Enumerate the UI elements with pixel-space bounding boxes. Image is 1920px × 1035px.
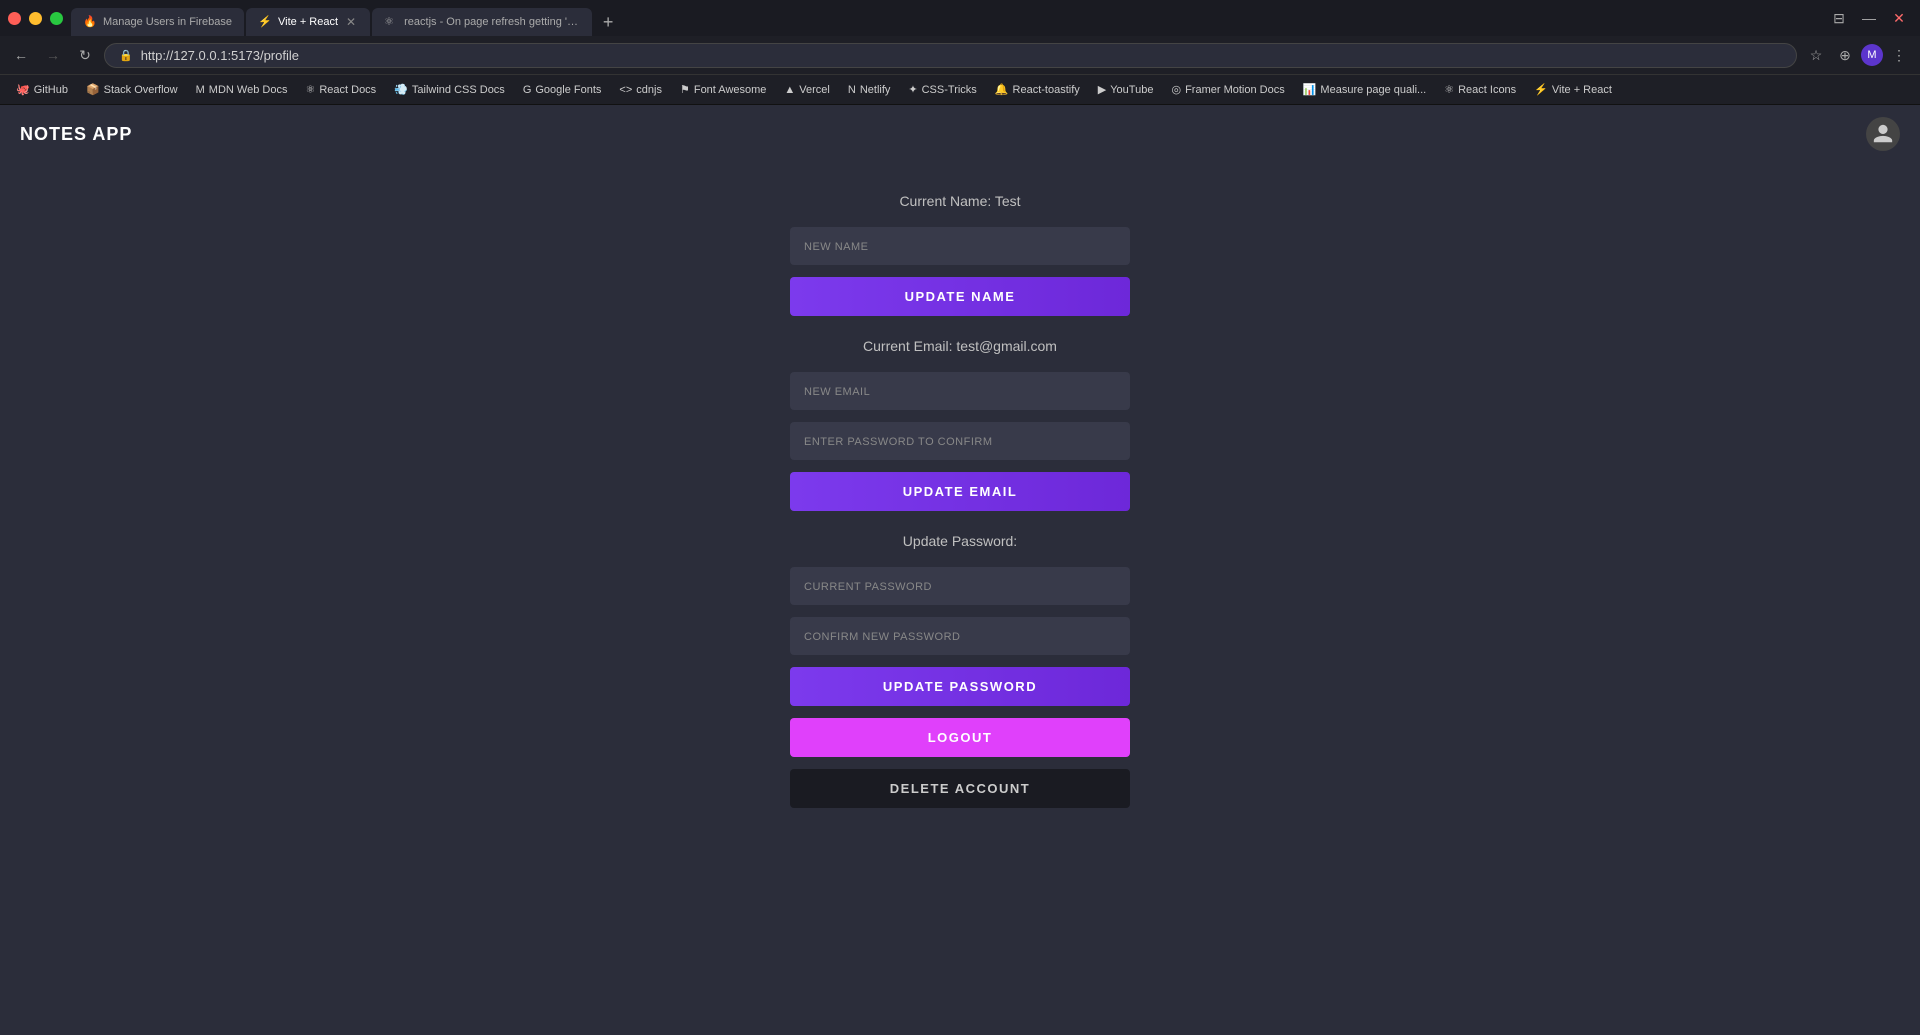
bookmark-css-tricks[interactable]: ✦ CSS-Tricks: [900, 81, 984, 98]
bookmark-youtube[interactable]: ▶ YouTube: [1090, 81, 1162, 98]
address-bar[interactable]: 🔒 http://127.0.0.1:5173/profile: [104, 43, 1797, 68]
tab-title-3: reactjs - On page refresh getting '404'.…: [404, 16, 580, 28]
refresh-button[interactable]: ↻: [72, 42, 98, 68]
email-section: Current Email: test@gmail.com: [790, 334, 1130, 354]
netlify-icon: N: [848, 84, 856, 96]
bookmark-react-docs[interactable]: ⚛ React Docs: [297, 81, 384, 98]
window-controls: [0, 6, 71, 31]
update-name-button[interactable]: UPDATE NAME: [790, 277, 1130, 316]
new-email-input[interactable]: [790, 372, 1130, 410]
profile-btn[interactable]: M: [1861, 44, 1883, 66]
tab-title-2: Vite + React: [278, 16, 338, 28]
browser-tab-manage-users[interactable]: 🔥 Manage Users in Firebase: [71, 8, 244, 36]
bookmarks-bar: 🐙 GitHub 📦 Stack Overflow M MDN Web Docs…: [0, 74, 1920, 104]
bookmark-framer-motion[interactable]: ◎ Framer Motion Docs: [1163, 81, 1292, 98]
browser-tab-reactjs[interactable]: ⚛ reactjs - On page refresh getting '404…: [372, 8, 592, 36]
google-fonts-icon: G: [523, 84, 532, 96]
app-header: NOTES APP: [0, 105, 1920, 163]
current-email-label: Current Email: test@gmail.com: [790, 338, 1130, 354]
new-tab-button[interactable]: +: [594, 8, 622, 36]
tab-close-btn[interactable]: ✕: [344, 13, 358, 31]
address-bar-row: ← → ↻ 🔒 http://127.0.0.1:5173/profile ☆ …: [0, 36, 1920, 74]
bookmark-google-fonts[interactable]: G Google Fonts: [515, 82, 610, 98]
tab-favicon-1: 🔥: [83, 15, 97, 29]
bookmark-font-awesome[interactable]: ⚑ Font Awesome: [672, 81, 774, 98]
measure-icon: 📊: [1303, 83, 1317, 96]
bookmark-cdnjs[interactable]: <> cdnjs: [611, 82, 670, 98]
update-password-button[interactable]: UPDATE PASSWORD: [790, 667, 1130, 706]
youtube-icon: ▶: [1098, 83, 1106, 96]
mdn-icon: M: [196, 84, 205, 96]
bookmark-stackoverflow[interactable]: 📦 Stack Overflow: [78, 81, 186, 98]
forward-button[interactable]: →: [40, 42, 66, 68]
browser-tab-vite-react[interactable]: ⚡ Vite + React ✕: [246, 8, 370, 36]
new-name-input[interactable]: [790, 227, 1130, 265]
stackoverflow-icon: 📦: [86, 83, 100, 96]
confirm-password-for-email-input[interactable]: [790, 422, 1130, 460]
bookmark-netlify[interactable]: N Netlify: [840, 82, 899, 98]
minimize-window-btn[interactable]: [29, 12, 42, 25]
bookmark-vite-react[interactable]: ⚡ Vite + React: [1526, 81, 1620, 98]
bookmarks-btn[interactable]: ☆: [1803, 42, 1829, 68]
name-section: Current Name: Test: [790, 189, 1130, 209]
close-window-btn[interactable]: [8, 12, 21, 25]
bookmark-vercel[interactable]: ▲ Vercel: [776, 82, 837, 98]
current-name-label: Current Name: Test: [790, 193, 1130, 209]
vercel-icon: ▲: [784, 84, 795, 96]
app-container: NOTES APP Current Name: Test UPDATE NAME…: [0, 105, 1920, 1035]
vite-react-icon: ⚡: [1534, 83, 1548, 96]
password-section: Update Password:: [790, 529, 1130, 549]
close-btn[interactable]: ✕: [1886, 5, 1912, 31]
bookmark-measure-page[interactable]: 📊 Measure page quali...: [1295, 81, 1435, 98]
maximize-window-btn[interactable]: [50, 12, 63, 25]
confirm-new-password-input[interactable]: [790, 617, 1130, 655]
react-docs-icon: ⚛: [305, 83, 315, 96]
browser-chrome: 🔥 Manage Users in Firebase ⚡ Vite + Reac…: [0, 0, 1920, 105]
logout-button[interactable]: LOGOUT: [790, 718, 1130, 757]
font-awesome-icon: ⚑: [680, 83, 690, 96]
bookmark-tailwind[interactable]: 💨 Tailwind CSS Docs: [386, 81, 513, 98]
react-icons-icon: ⚛: [1444, 83, 1454, 96]
address-text: http://127.0.0.1:5173/profile: [141, 48, 299, 63]
bookmark-mdn[interactable]: M MDN Web Docs: [188, 82, 296, 98]
profile-form: Current Name: Test UPDATE NAME Current E…: [770, 183, 1150, 808]
delete-account-button[interactable]: DELETE ACCOUNT: [790, 769, 1130, 808]
lock-icon: 🔒: [119, 49, 133, 62]
menu-btn[interactable]: ⋮: [1886, 42, 1912, 68]
user-avatar-icon: [1872, 123, 1894, 145]
github-icon: 🐙: [16, 83, 30, 96]
update-password-label: Update Password:: [790, 533, 1130, 549]
framer-icon: ◎: [1171, 83, 1181, 96]
tailwind-icon: 💨: [394, 83, 408, 96]
tab-favicon-3: ⚛: [384, 15, 398, 29]
minimize-btn[interactable]: ―: [1856, 5, 1882, 31]
app-title: NOTES APP: [20, 124, 132, 145]
bookmark-github[interactable]: 🐙 GitHub: [8, 81, 76, 98]
cdnjs-icon: <>: [619, 84, 632, 96]
update-email-button[interactable]: UPDATE EMAIL: [790, 472, 1130, 511]
css-tricks-icon: ✦: [908, 83, 917, 96]
restore-down-btn[interactable]: ⊟: [1826, 5, 1852, 31]
back-button[interactable]: ←: [8, 42, 34, 68]
current-password-input[interactable]: [790, 567, 1130, 605]
tab-title-1: Manage Users in Firebase: [103, 16, 232, 28]
tab-favicon-2: ⚡: [258, 15, 272, 29]
bookmark-react-toastify[interactable]: 🔔 React-toastify: [987, 81, 1088, 98]
user-profile-button[interactable]: [1866, 117, 1900, 151]
bookmark-react-icons[interactable]: ⚛ React Icons: [1436, 81, 1524, 98]
extensions-btn[interactable]: ⊕: [1832, 42, 1858, 68]
toastify-icon: 🔔: [995, 83, 1009, 96]
